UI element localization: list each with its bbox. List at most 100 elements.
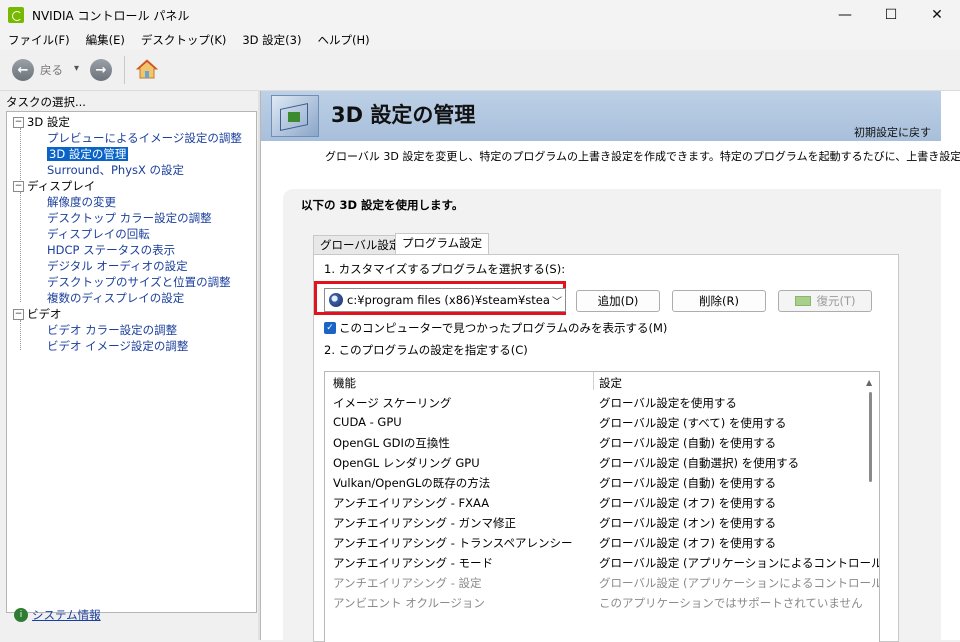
column-divider[interactable] bbox=[593, 372, 594, 390]
column-header-setting[interactable]: 設定 bbox=[599, 375, 622, 391]
tree-item-manage-3d[interactable]: 3D 設定の管理 bbox=[47, 146, 129, 162]
restore-button-label: 復元(T) bbox=[816, 294, 856, 308]
system-info[interactable]: i システム情報 bbox=[14, 607, 101, 623]
scroll-up-icon[interactable]: ▲ bbox=[866, 378, 872, 387]
table-row[interactable]: OpenGL レンダリング GPU グローバル設定 (自動選択) を使用する bbox=[325, 452, 865, 472]
table-row[interactable]: アンチエイリアシング - 設定 グローバル設定 (アプリケーションによるコントロー… bbox=[325, 572, 879, 592]
back-button[interactable]: ← 戻る bbox=[12, 59, 63, 81]
table-row[interactable]: イメージ スケーリング グローバル設定を使用する bbox=[325, 392, 865, 412]
tree-category-display[interactable]: − ディスプレイ bbox=[13, 178, 95, 194]
step1-label: 1. カスタマイズするプログラムを選択する(S): bbox=[324, 262, 566, 276]
window-title: NVIDIA コントロール パネル bbox=[32, 9, 190, 23]
tree-item-video-color[interactable]: ビデオ カラー設定の調整 bbox=[47, 322, 177, 338]
task-panel: タスクの選択... −3D 設定 プレビューによるイメージ設定の調整 3D 設定… bbox=[0, 91, 258, 640]
only-found-programs-option[interactable]: ✓ このコンピューターで見つかったプログラムのみを表示する(M) bbox=[324, 320, 667, 336]
feature-cell: アンビエント オクルージョン bbox=[333, 596, 485, 610]
tree-item-multiple-displays[interactable]: 複数のディスプレイの設定 bbox=[47, 290, 184, 306]
forward-button[interactable]: → bbox=[90, 59, 112, 81]
settings-box: 以下の 3D 設定を使用します。 グローバル設定 プログラム設定 1. カスタマ… bbox=[283, 189, 941, 642]
only-found-programs-checkbox[interactable]: ✓ bbox=[324, 322, 336, 334]
step2-label: 2. このプログラムの設定を指定する(C) bbox=[324, 343, 528, 357]
setting-cell: グローバル設定 (アプリケーションによるコントロール) を... bbox=[599, 576, 880, 590]
task-tree: −3D 設定 プレビューによるイメージ設定の調整 3D 設定の管理 Surrou… bbox=[6, 111, 257, 613]
setting-cell: グローバル設定を使用する bbox=[599, 396, 737, 410]
restore-button[interactable]: 復元(T) bbox=[778, 290, 872, 312]
table-row[interactable]: CUDA - GPU グローバル設定 (すべて) を使用する bbox=[325, 412, 865, 432]
tree-item-surround-physx[interactable]: Surround、PhysX の設定 bbox=[47, 162, 184, 178]
feature-cell: アンチエイリアシング - モード bbox=[333, 556, 494, 570]
table-row[interactable]: アンチエイリアシング - FXAA グローバル設定 (オフ) を使用する bbox=[325, 492, 865, 512]
tab-program-settings[interactable]: プログラム設定 bbox=[395, 233, 490, 255]
title-bar: NVIDIA コントロール パネル — ☐ ✕ bbox=[0, 0, 960, 30]
content-panel: 3D 設定の管理 初期設定に戻す グローバル 3D 設定を変更し、特定のプログラ… bbox=[260, 91, 960, 642]
feature-cell: OpenGL レンダリング GPU bbox=[333, 456, 480, 470]
tree-category-3d[interactable]: −3D 設定 bbox=[13, 114, 70, 130]
feature-cell: アンチエイリアシング - 設定 bbox=[333, 576, 482, 590]
setting-cell: グローバル設定 (アプリケーションによるコントロール) を... bbox=[599, 556, 880, 570]
toolbar: ← 戻る ▾ → bbox=[0, 50, 960, 91]
table-row[interactable]: アンチエイリアシング - モード グローバル設定 (アプリケーションによるコントロ… bbox=[325, 552, 879, 572]
table-row[interactable]: OpenGL GDIの互換性 グローバル設定 (自動) を使用する bbox=[325, 432, 865, 452]
menu-edit[interactable]: 編集(E) bbox=[78, 30, 133, 50]
close-button[interactable]: ✕ bbox=[914, 0, 960, 30]
settings-heading: 以下の 3D 設定を使用します。 bbox=[301, 198, 464, 212]
page-description: グローバル 3D 設定を変更し、特定のプログラムの上書き設定を作成できます。特定… bbox=[325, 150, 960, 163]
task-panel-header: タスクの選択... bbox=[6, 95, 86, 109]
home-button[interactable] bbox=[135, 57, 159, 81]
page-header: 3D 設定の管理 初期設定に戻す bbox=[261, 91, 941, 141]
tree-item-resolution[interactable]: 解像度の変更 bbox=[47, 194, 116, 210]
tab-global-settings[interactable]: グローバル設定 bbox=[313, 235, 408, 255]
steam-icon bbox=[329, 293, 343, 307]
tree-item-hdcp-status[interactable]: HDCP ステータスの表示 bbox=[47, 242, 175, 258]
tree-item-desktop-color[interactable]: デスクトップ カラー設定の調整 bbox=[47, 210, 212, 226]
tree-item-desktop-size[interactable]: デスクトップのサイズと位置の調整 bbox=[47, 274, 231, 290]
tree-item-rotate-display[interactable]: ディスプレイの回転 bbox=[47, 226, 150, 242]
restore-icon bbox=[794, 296, 811, 306]
home-icon bbox=[135, 59, 159, 79]
add-button[interactable]: 追加(D) bbox=[576, 290, 660, 312]
info-icon: i bbox=[14, 608, 28, 622]
setting-cell: グローバル設定 (自動選択) を使用する bbox=[599, 456, 800, 470]
table-row[interactable]: Vulkan/OpenGLの既存の方法 グローバル設定 (自動) を使用する bbox=[325, 472, 865, 492]
column-header-feature[interactable]: 機能 bbox=[333, 375, 356, 391]
table-row[interactable]: アンビエント オクルージョン このアプリケーションではサポートされていません bbox=[325, 592, 865, 612]
table-row[interactable]: アンチエイリアシング - トランスペアレンシー グローバル設定 (オフ) を使用す… bbox=[325, 532, 865, 552]
table-row[interactable]: アンチエイリアシング - ガンマ修正 グローバル設定 (オン) を使用する bbox=[325, 512, 865, 532]
remove-button[interactable]: 削除(R) bbox=[672, 290, 766, 312]
minimize-button[interactable]: — bbox=[822, 0, 868, 30]
3d-settings-icon bbox=[271, 95, 319, 137]
restore-defaults-link[interactable]: 初期設定に戻す bbox=[854, 124, 931, 140]
tree-item-digital-audio[interactable]: デジタル オーディオの設定 bbox=[47, 258, 188, 274]
menu-3d-settings[interactable]: 3D 設定(3) bbox=[234, 30, 309, 50]
tree-guide bbox=[20, 192, 21, 302]
collapse-icon[interactable]: − bbox=[13, 309, 24, 320]
collapse-icon[interactable]: − bbox=[13, 117, 24, 128]
tree-category-label: ディスプレイ bbox=[27, 179, 96, 193]
tree-category-label: ビデオ bbox=[27, 307, 62, 321]
setting-cell: グローバル設定 (オフ) を使用する bbox=[599, 536, 777, 550]
collapse-icon[interactable]: − bbox=[13, 181, 24, 192]
feature-cell: アンチエイリアシング - FXAA bbox=[333, 496, 490, 510]
system-info-link[interactable]: システム情報 bbox=[32, 607, 101, 623]
setting-cell: グローバル設定 (自動) を使用する bbox=[599, 476, 777, 490]
back-dropdown-button[interactable]: ▾ bbox=[74, 63, 79, 74]
feature-cell: イメージ スケーリング bbox=[333, 396, 452, 410]
tree-category-video[interactable]: − ビデオ bbox=[13, 306, 62, 322]
back-arrow-icon: ← bbox=[12, 59, 34, 81]
menu-file[interactable]: ファイル(F) bbox=[0, 30, 78, 50]
setting-cell: グローバル設定 (自動) を使用する bbox=[599, 436, 777, 450]
maximize-button[interactable]: ☐ bbox=[868, 0, 914, 30]
chevron-down-icon: ﹀ bbox=[552, 296, 562, 308]
program-select[interactable]: c:¥program files (x86)¥steam¥steam... ﹀ bbox=[324, 288, 566, 312]
feature-cell: アンチエイリアシング - トランスペアレンシー bbox=[333, 536, 573, 550]
program-select-value: c:¥program files (x86)¥steam¥steam... bbox=[347, 293, 549, 307]
tree-guide bbox=[20, 320, 21, 350]
menu-desktop[interactable]: デスクトップ(K) bbox=[133, 30, 235, 50]
back-label: 戻る bbox=[40, 63, 63, 77]
tree-item-preview-image[interactable]: プレビューによるイメージ設定の調整 bbox=[47, 130, 242, 146]
setting-cell: グローバル設定 (すべて) を使用する bbox=[599, 416, 787, 430]
menu-help[interactable]: ヘルプ(H) bbox=[309, 30, 377, 50]
tree-item-video-image[interactable]: ビデオ イメージ設定の調整 bbox=[47, 338, 188, 354]
tree-category-label: 3D 設定 bbox=[27, 115, 70, 129]
scrollbar-thumb[interactable] bbox=[869, 392, 872, 482]
